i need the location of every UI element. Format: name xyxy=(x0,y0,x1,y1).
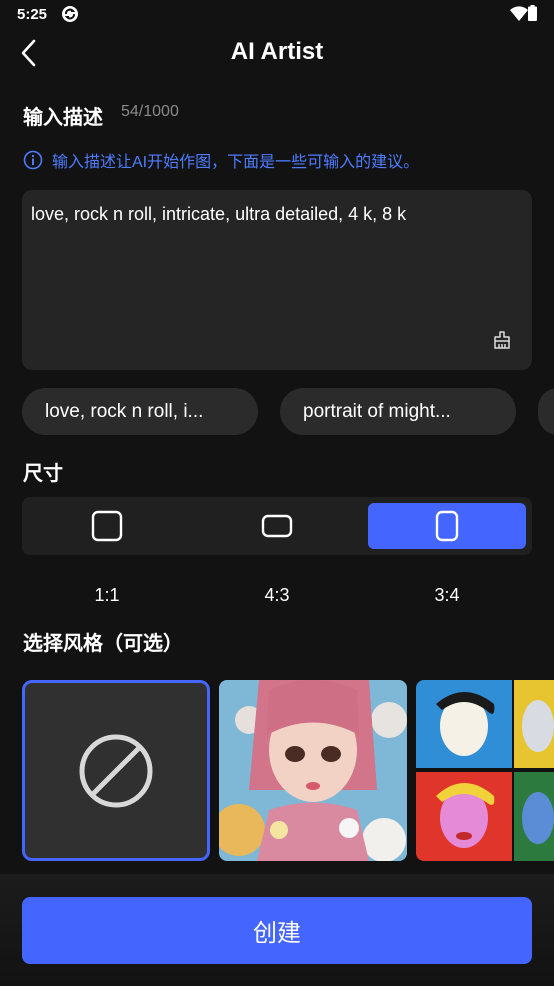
style-card-none[interactable] xyxy=(22,680,210,861)
suggestion-chip[interactable]: love, rock n roll, i... xyxy=(22,388,258,435)
size-option-4-3[interactable] xyxy=(198,503,356,549)
style-thumbnail-pop-art xyxy=(416,680,554,861)
size-label-4-3: 4:3 xyxy=(264,585,290,605)
size-option-1-1[interactable] xyxy=(28,503,186,549)
create-button[interactable]: 创建 xyxy=(22,897,532,964)
description-label: 输入描述 xyxy=(23,107,103,129)
info-icon xyxy=(23,150,43,170)
portrait-ratio-icon xyxy=(435,510,459,542)
broom-icon[interactable] xyxy=(492,330,512,350)
prompt-text[interactable]: love, rock n roll, intricate, ultra deta… xyxy=(31,204,406,225)
status-bar: 5:25 xyxy=(0,0,554,30)
prompt-input[interactable]: love, rock n roll, intricate, ultra deta… xyxy=(22,190,532,370)
style-card-pop-art[interactable] xyxy=(416,680,554,861)
wifi-icon xyxy=(510,6,528,22)
size-label-1-1: 1:1 xyxy=(94,585,120,605)
no-style-icon xyxy=(79,734,153,807)
status-time: 5:25 xyxy=(17,6,48,23)
page-title: AI Artist xyxy=(230,38,324,65)
size-selector xyxy=(22,497,532,555)
suggestion-chip[interactable] xyxy=(538,388,554,435)
app-header: AI Artist xyxy=(0,30,554,76)
suggestion-chip[interactable]: portrait of might... xyxy=(280,388,516,435)
square-ratio-icon xyxy=(91,510,123,542)
hint-text: 输入描述让AI开始作图，下面是一些可输入的建议。 xyxy=(52,154,420,171)
hint-row: 输入描述让AI开始作图，下面是一些可输入的建议。 xyxy=(23,149,419,171)
style-thumbnail-anime xyxy=(219,680,407,861)
landscape-ratio-icon xyxy=(261,514,293,538)
size-label-3-4: 3:4 xyxy=(434,585,460,605)
style-card-anime[interactable] xyxy=(219,680,407,861)
style-label: 选择风格（可选） xyxy=(23,633,183,655)
size-option-3-4[interactable] xyxy=(368,503,526,549)
battery-icon xyxy=(528,5,537,21)
char-count: 54/1000 xyxy=(121,103,179,120)
size-label: 尺寸 xyxy=(23,463,63,485)
sync-icon xyxy=(62,6,78,22)
